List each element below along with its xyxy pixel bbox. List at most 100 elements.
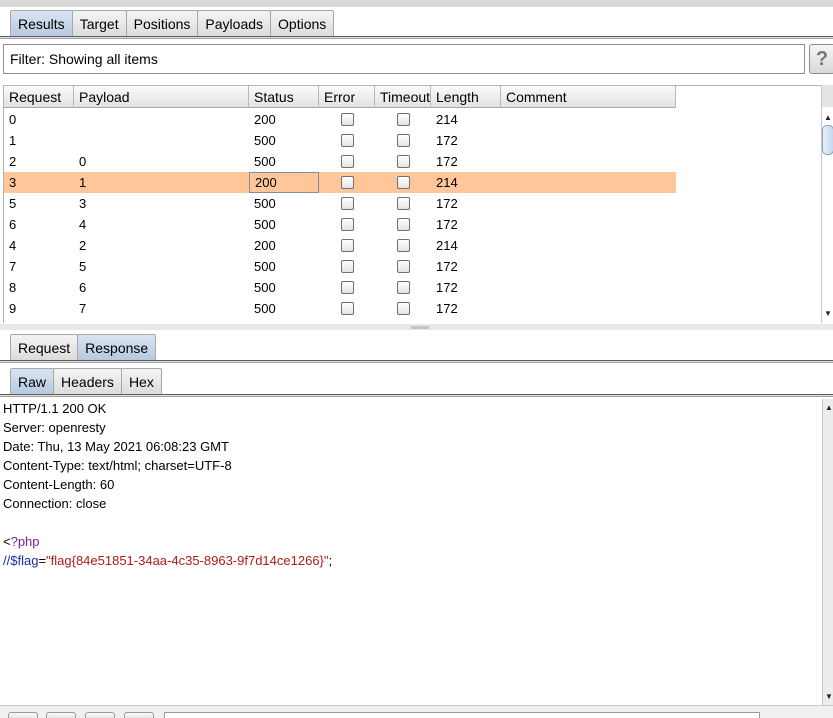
next-button[interactable]: [124, 712, 154, 718]
timeout-checkbox[interactable]: [396, 176, 410, 189]
scroll-up-icon[interactable]: ▲: [822, 111, 833, 123]
error-checkbox[interactable]: [340, 155, 354, 168]
tab-payloads[interactable]: Payloads: [197, 10, 272, 36]
timeout-checkbox[interactable]: [396, 113, 410, 126]
timeout-checkbox[interactable]: [396, 260, 410, 273]
cell-length: 172: [436, 217, 458, 232]
cell-timeout: [375, 193, 431, 214]
add-button[interactable]: [85, 712, 115, 718]
table-row[interactable]: 8 6 500 172: [4, 277, 676, 298]
timeout-checkbox[interactable]: [396, 155, 410, 168]
cell-timeout: [375, 151, 431, 172]
error-checkbox[interactable]: [340, 260, 354, 273]
error-checkbox[interactable]: [340, 281, 354, 294]
table-body: 0 200 214 1 500 172 2 0 500 172 3 1 200 214 5 3 500 172 6 4…: [4, 109, 676, 319]
tab-request[interactable]: Request: [10, 334, 79, 360]
cell-status: 500: [254, 154, 276, 169]
help-button[interactable]: ?: [809, 44, 833, 74]
table-row[interactable]: 0 200 214: [4, 109, 676, 130]
filter-bar[interactable]: Filter: Showing all items: [3, 44, 805, 74]
table-row[interactable]: 2 0 500 172: [4, 151, 676, 172]
tab-headers[interactable]: Headers: [53, 368, 122, 394]
response-line: HTTP/1.1 200 OK: [3, 401, 107, 416]
cell-payload: 7: [79, 301, 87, 316]
pane-splitter[interactable]: [0, 324, 833, 330]
cell-payload: 2: [79, 238, 87, 253]
cell-timeout: [375, 109, 431, 130]
response-line: Content-Length: 60: [3, 477, 115, 492]
timeout-checkbox[interactable]: [396, 134, 410, 147]
timeout-checkbox[interactable]: [396, 281, 410, 294]
tab-hex[interactable]: Hex: [120, 368, 162, 394]
cell-timeout: [375, 214, 431, 235]
table-row[interactable]: 1 500 172: [4, 130, 676, 151]
error-checkbox[interactable]: [340, 218, 354, 231]
scroll-up-icon[interactable]: ▲: [823, 401, 833, 413]
results-table: Request Payload Status Error Timeout Len…: [3, 85, 821, 323]
table-row[interactable]: 7 5 500 172: [4, 256, 676, 277]
splitter-grip-icon[interactable]: [411, 326, 429, 329]
table-row[interactable]: 6 4 500 172: [4, 214, 676, 235]
cell-payload: 6: [79, 280, 87, 295]
table-row[interactable]: 4 2 200 214: [4, 235, 676, 256]
table-row[interactable]: 5 3 500 172: [4, 193, 676, 214]
timeout-checkbox[interactable]: [396, 302, 410, 315]
column-header-payload[interactable]: Payload: [74, 86, 249, 108]
cell-payload: 0: [79, 154, 87, 169]
column-header-length[interactable]: Length: [431, 86, 501, 108]
table-scrollbar[interactable]: ▲ ▼: [821, 85, 833, 323]
tab-raw[interactable]: Raw: [10, 368, 55, 394]
cell-comment: [501, 172, 676, 193]
column-header-comment[interactable]: Comment: [501, 86, 676, 108]
tab-options[interactable]: Options: [270, 10, 335, 36]
cell-request: 7: [9, 259, 17, 274]
window-top-strip: [0, 0, 833, 7]
table-row[interactable]: 9 7 500 172: [4, 298, 676, 319]
cell-request: 9: [9, 301, 17, 316]
tab-headers-label: Headers: [61, 373, 114, 390]
column-header-status[interactable]: Status: [249, 86, 319, 108]
table-row[interactable]: 3 1 200 214: [4, 172, 676, 193]
scrollbar-thumb[interactable]: [822, 125, 833, 155]
response-body[interactable]: HTTP/1.1 200 OK Server: openresty Date: …: [0, 399, 822, 705]
cell-payload: 3: [79, 196, 87, 211]
cell-timeout: [375, 172, 431, 193]
timeout-checkbox[interactable]: [396, 218, 410, 231]
tab-target-label: Target: [79, 15, 119, 32]
scroll-down-icon[interactable]: ▼: [822, 307, 833, 319]
help-small-button[interactable]: [8, 712, 38, 718]
search-input[interactable]: [164, 712, 760, 718]
column-header-error[interactable]: Error: [319, 86, 375, 108]
previous-button[interactable]: [46, 712, 76, 718]
tab-response[interactable]: Response: [77, 334, 157, 360]
filter-text: Filter: Showing all items: [10, 51, 158, 67]
cell-length: 172: [436, 259, 458, 274]
scroll-down-icon[interactable]: ▼: [823, 690, 833, 702]
tab-target[interactable]: Target: [71, 10, 127, 36]
cell-comment: [501, 277, 676, 298]
error-checkbox[interactable]: [340, 302, 354, 315]
error-checkbox[interactable]: [340, 113, 354, 126]
cell-length: 214: [436, 175, 458, 190]
error-checkbox[interactable]: [340, 176, 354, 189]
timeout-checkbox[interactable]: [396, 239, 410, 252]
timeout-checkbox[interactable]: [396, 197, 410, 210]
cell-request: 2: [9, 154, 17, 169]
cell-request: 4: [9, 238, 17, 253]
cell-payload: [74, 130, 249, 151]
column-header-timeout[interactable]: Timeout: [375, 86, 431, 108]
response-line: Date: Thu, 13 May 2021 06:08:23 GMT: [3, 439, 229, 454]
response-scrollbar[interactable]: ▲ ▼: [822, 399, 833, 705]
column-header-request[interactable]: Request: [4, 86, 74, 108]
error-checkbox[interactable]: [340, 134, 354, 147]
tab-results-label: Results: [18, 15, 65, 32]
php-open-line: <?php: [0, 532, 822, 551]
cell-error: [319, 298, 375, 319]
cell-length: 172: [436, 280, 458, 295]
error-checkbox[interactable]: [340, 197, 354, 210]
tab-results[interactable]: Results: [10, 10, 73, 36]
tab-positions[interactable]: Positions: [125, 10, 199, 36]
error-checkbox[interactable]: [340, 239, 354, 252]
tab-options-label: Options: [278, 15, 327, 32]
cell-length: 214: [436, 238, 458, 253]
